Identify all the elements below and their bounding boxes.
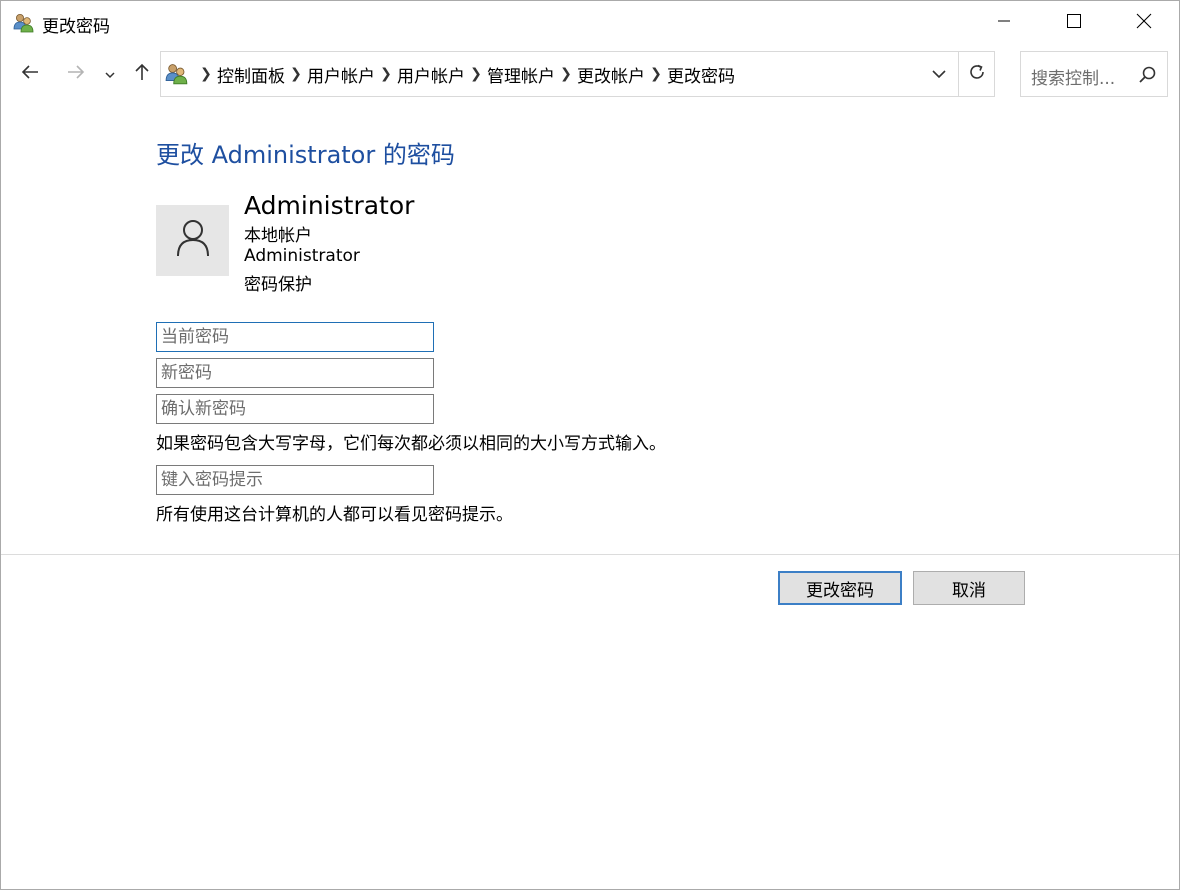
forward-button[interactable] [59,57,93,91]
address-history-button[interactable] [921,52,957,96]
chevron-down-icon [105,64,115,84]
cancel-button[interactable]: 取消 [913,571,1025,605]
chevron-right-icon[interactable]: ❯ [195,66,217,82]
account-protection: 密码保护 [244,275,312,295]
refresh-icon [968,63,986,86]
arrow-left-icon [20,64,40,85]
breadcrumb-user-accounts-2[interactable]: 用户帐户 [397,62,465,87]
maximize-icon [1066,13,1082,34]
users-icon [13,13,35,33]
search-box[interactable]: 搜索控制... [1020,51,1168,97]
breadcrumb-user-accounts[interactable]: 用户帐户 [307,62,375,87]
back-button[interactable] [13,57,47,91]
close-icon [1136,13,1152,34]
search-icon[interactable] [1138,65,1158,85]
minimize-icon [996,13,1012,34]
chevron-right-icon[interactable]: ❯ [645,66,667,82]
chevron-right-icon[interactable]: ❯ [465,66,487,82]
page-title: 更改 Administrator 的密码 [156,141,455,169]
hint-visibility-note: 所有使用这台计算机的人都可以看见密码提示。 [156,505,513,525]
account-name: Administrator [244,191,415,220]
refresh-button[interactable] [959,52,995,96]
password-hint-field[interactable] [156,465,434,495]
breadcrumb: ❯ 控制面板 ❯ 用户帐户 ❯ 用户帐户 ❯ 管理帐户 ❯ 更改帐户 ❯ 更改密… [195,52,735,96]
breadcrumb-change-account[interactable]: 更改帐户 [577,62,645,87]
chevron-right-icon[interactable]: ❯ [285,66,307,82]
user-icon [175,218,211,263]
users-icon [165,63,189,85]
title-bar[interactable]: 更改密码 [1,1,1179,45]
address-bar[interactable]: ❯ 控制面板 ❯ 用户帐户 ❯ 用户帐户 ❯ 管理帐户 ❯ 更改帐户 ❯ 更改密… [160,51,995,97]
window: 更改密码 ❯ 控制面板 ❯ 用户帐户 ❯ 用户帐户 ❯ 管理帐户 ❯ 更改帐户 … [0,0,1180,890]
up-button[interactable] [125,57,159,91]
search-placeholder[interactable]: 搜索控制... [1031,64,1115,89]
current-password-field[interactable] [156,322,434,352]
breadcrumb-manage-accounts[interactable]: 管理帐户 [487,62,555,87]
change-password-button[interactable]: 更改密码 [778,571,902,605]
chevron-down-icon [932,64,946,84]
footer-divider [1,554,1179,555]
breadcrumb-change-password[interactable]: 更改密码 [667,62,735,87]
case-sensitivity-note: 如果密码包含大写字母，它们每次都必须以相同的大小写方式输入。 [156,434,666,454]
avatar [156,205,229,276]
account-username: Administrator [244,246,360,266]
breadcrumb-control-panel[interactable]: 控制面板 [217,62,285,87]
new-password-field[interactable] [156,358,434,388]
recent-locations-button[interactable] [99,57,121,91]
chevron-right-icon[interactable]: ❯ [375,66,397,82]
confirm-password-field[interactable] [156,394,434,424]
account-type: 本地帐户 [244,226,312,246]
maximize-button[interactable] [1039,1,1109,45]
close-button[interactable] [1109,1,1179,45]
minimize-button[interactable] [969,1,1039,45]
chevron-right-icon[interactable]: ❯ [555,66,577,82]
arrow-right-icon [66,64,86,85]
window-title: 更改密码 [42,17,110,37]
arrow-up-icon [134,62,150,87]
